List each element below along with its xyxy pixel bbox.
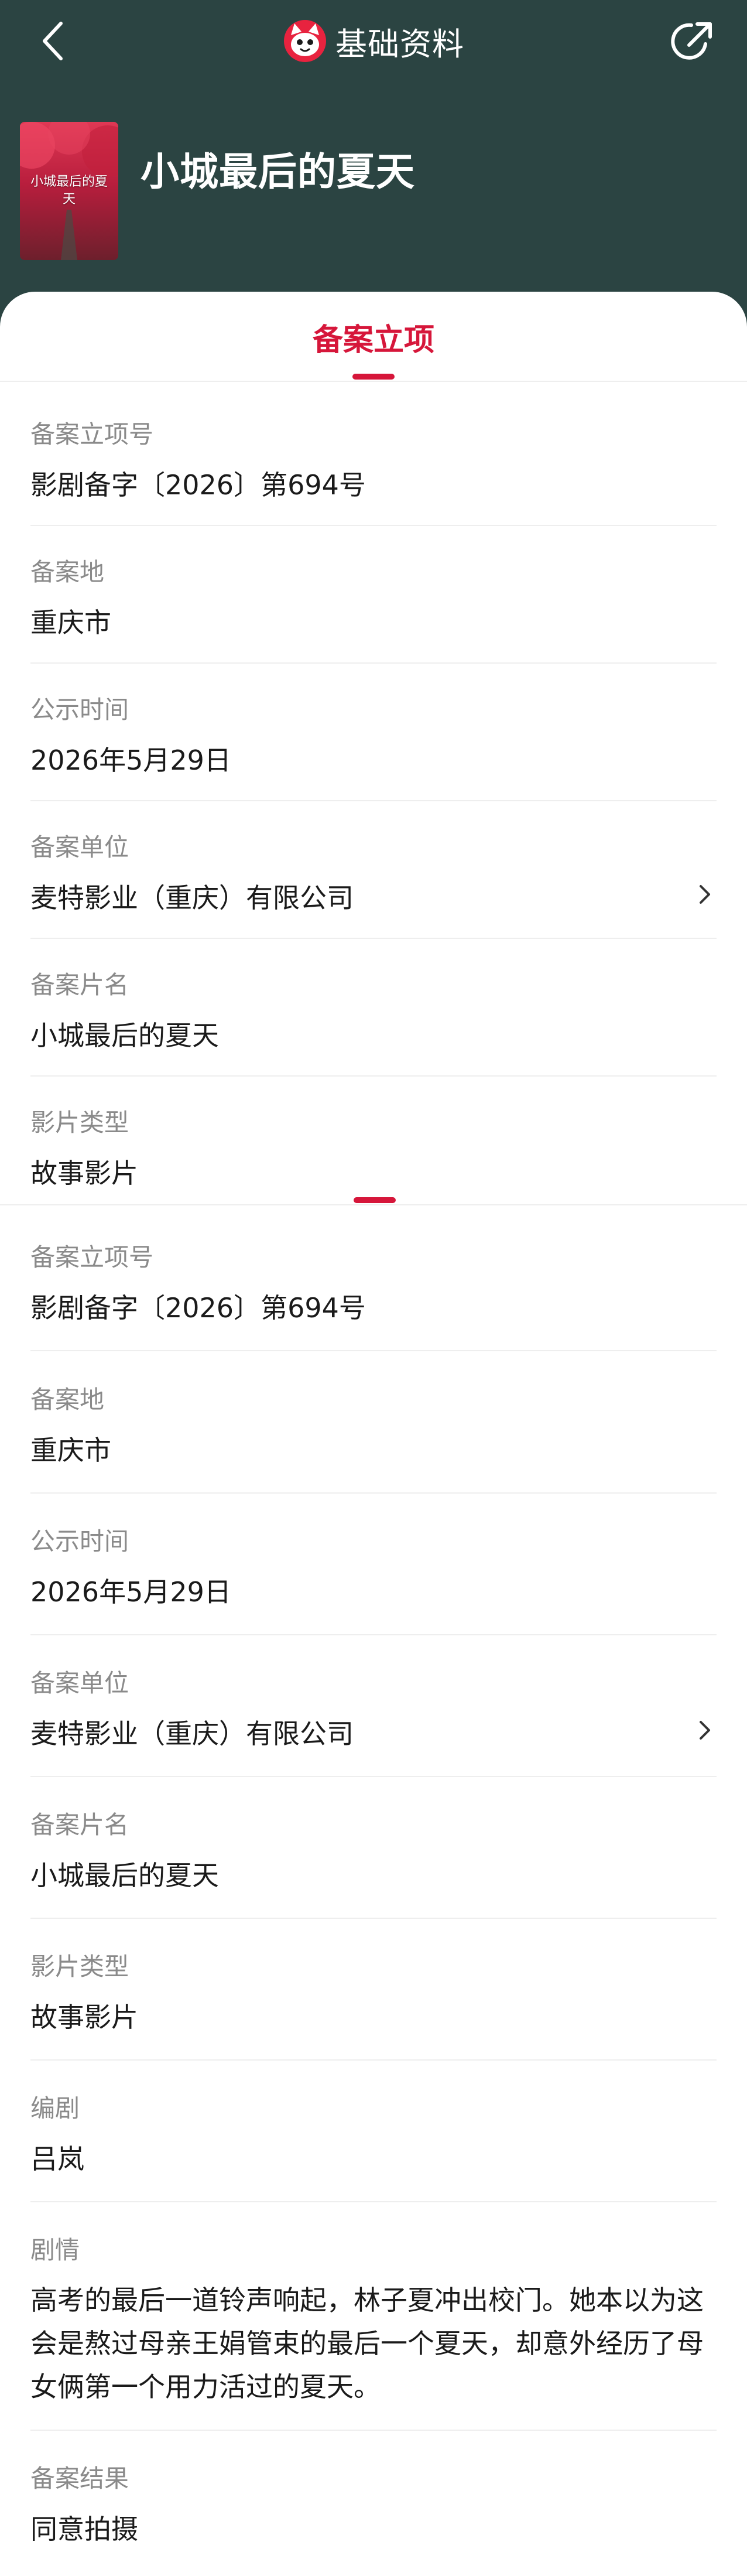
movie-poster[interactable]: 小城最后的夏天 <box>20 122 118 260</box>
field-label: 备案地 <box>30 1385 105 1414</box>
cat-logo-icon <box>284 20 326 62</box>
divider <box>30 1350 717 1351</box>
content-card: 备案立项 备案立项号 影剧备字〔2026〕第694号 备案地 重庆市 公示时间 … <box>0 292 747 2576</box>
page-title: 基础资料 <box>335 25 464 63</box>
movie-title: 小城最后的夏天 <box>141 149 415 194</box>
nav-title-group: 基础资料 <box>0 18 747 64</box>
divider <box>30 1492 717 1494</box>
divider <box>30 525 717 526</box>
plot-summary: 高考的最后一道铃声响起，林子夏冲出校门。她本以为这会是熬过母亲王娟管束的最后一个… <box>30 2284 704 2403</box>
field-label: 备案单位 <box>30 1669 129 1697</box>
divider <box>30 1634 717 1635</box>
field-value: 故事影片 <box>30 1157 138 1189</box>
field-label: 备案片名 <box>30 971 129 999</box>
field-label: 影片类型 <box>30 1108 129 1137</box>
share-icon <box>671 22 712 60</box>
divider <box>30 1075 717 1077</box>
field-value: 小城最后的夏天 <box>30 1020 219 1051</box>
divider <box>30 1918 717 1919</box>
field-label: 备案片名 <box>30 1810 129 1839</box>
tab-filing[interactable]: 备案立项 <box>0 315 747 359</box>
field-value[interactable]: 麦特影业（重庆）有限公司 <box>30 877 354 915</box>
section-divider <box>0 1204 747 1205</box>
field-value: 影剧备字〔2026〕第694号 <box>30 469 366 501</box>
field-label: 剧情 <box>30 2236 80 2264</box>
field-value: 同意拍摄 <box>30 2513 138 2545</box>
field-label: 公示时间 <box>30 695 129 724</box>
field-label: 备案结果 <box>30 2464 129 2493</box>
divider <box>30 800 717 801</box>
tab-bar: 备案立项 <box>0 292 747 382</box>
field-value: 2026年5月29日 <box>30 744 231 776</box>
chevron-right-icon[interactable] <box>693 1713 717 1748</box>
field-value: 小城最后的夏天 <box>30 1860 219 1891</box>
field-value: 2026年5月29日 <box>30 1576 231 1608</box>
field-label: 影片类型 <box>30 1952 129 1981</box>
field-value[interactable]: 麦特影业（重庆）有限公司 <box>30 1713 354 1751</box>
field-label: 备案立项号 <box>30 420 154 449</box>
tab-active-indicator <box>352 374 395 380</box>
field-label: 备案地 <box>30 558 105 586</box>
divider <box>30 938 717 939</box>
field-value: 故事影片 <box>30 2001 138 2033</box>
divider <box>30 2430 717 2431</box>
field-value: 吕岚 <box>30 2143 84 2175</box>
field-label: 备案单位 <box>30 833 129 862</box>
chevron-right-icon[interactable] <box>693 877 717 912</box>
divider <box>30 2059 717 2061</box>
divider <box>30 2201 717 2202</box>
poster-title: 小城最后的夏天 <box>30 175 108 207</box>
header-bar: 基础资料 小城最后的夏天 小城最后的夏天 <box>0 0 747 328</box>
field-label: 编剧 <box>30 2094 80 2123</box>
section-indicator <box>354 1197 396 1203</box>
share-button[interactable] <box>667 16 718 67</box>
field-value: 重庆市 <box>30 1434 111 1466</box>
field-label: 公示时间 <box>30 1527 129 1556</box>
field-value: 影剧备字〔2026〕第694号 <box>30 1292 366 1324</box>
field-value: 重庆市 <box>30 607 111 638</box>
divider <box>30 1776 717 1777</box>
field-label: 备案立项号 <box>30 1243 154 1272</box>
nav-bar: 基础资料 <box>0 0 747 88</box>
divider <box>30 662 717 664</box>
